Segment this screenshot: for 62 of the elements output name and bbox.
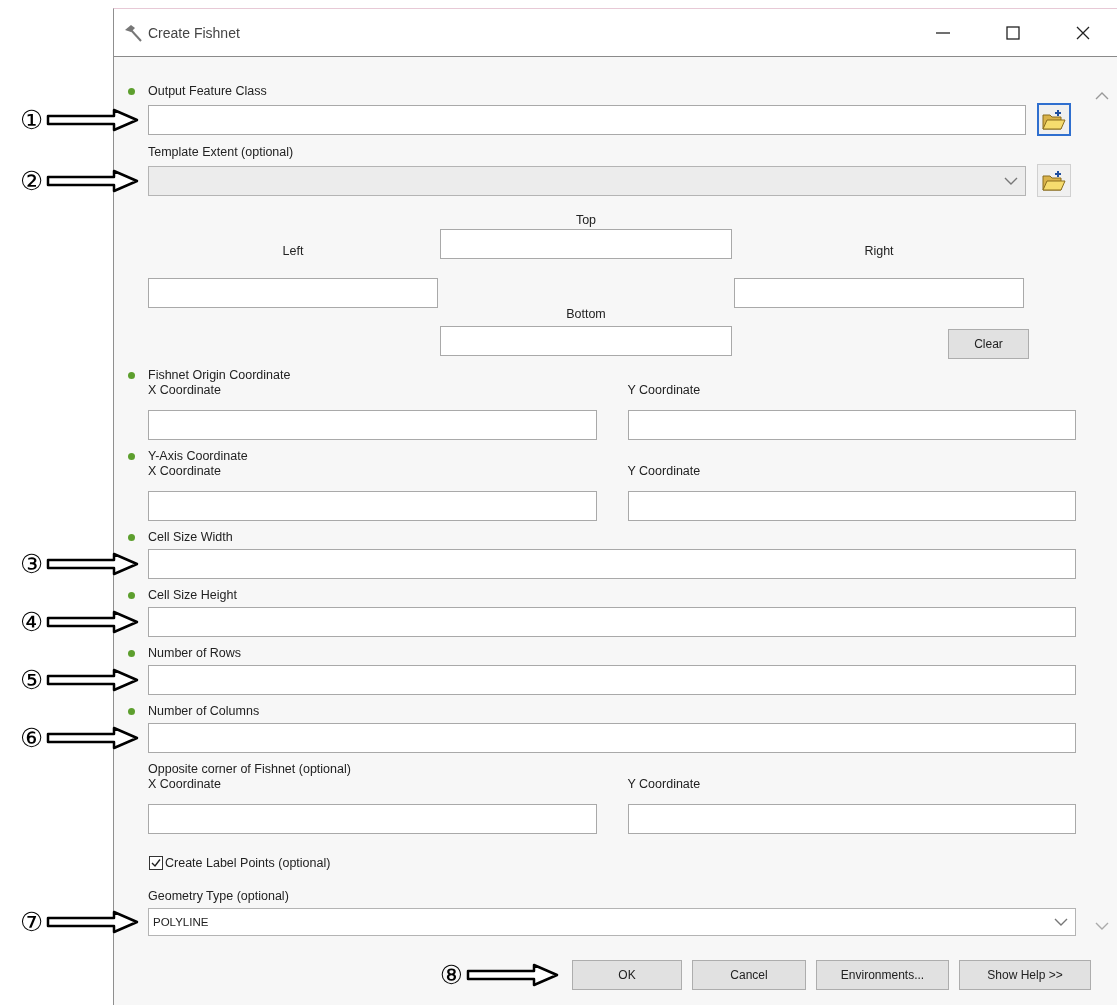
text-field[interactable] [148, 549, 1076, 579]
dropdown-field[interactable] [148, 165, 1026, 196]
callout-number: ② [20, 166, 44, 195]
chevron-down-icon [1053, 917, 1069, 927]
bottom-field[interactable] [440, 326, 732, 356]
window-title: Create Fishnet [148, 24, 241, 41]
y-coordinate-field[interactable] [627, 804, 1076, 834]
text-field[interactable] [148, 665, 1076, 695]
field-label: Y-Axis Coordinate [148, 449, 248, 463]
callout-number: ⑦ [20, 908, 44, 936]
extent-label: Left [281, 244, 305, 260]
callout-number: ④ [20, 608, 44, 636]
field-label: X Coordinate [148, 383, 222, 399]
field-label: Number of Rows [148, 646, 242, 660]
dropdown-field[interactable]: POLYLINE [148, 908, 1076, 936]
callout-number: ① [20, 105, 44, 134]
top-field[interactable] [440, 229, 732, 259]
left-field[interactable] [148, 278, 438, 308]
y-coordinate-field[interactable] [627, 410, 1076, 440]
callout-number: ⑧ [439, 961, 463, 989]
field-label: Number of Columns [148, 704, 260, 718]
field-label: Geometry Type (optional) [148, 889, 289, 903]
callout-number: ⑥ [20, 724, 44, 752]
field-label: Fishnet Origin Coordinate [148, 368, 291, 382]
field-label: X Coordinate [148, 777, 222, 793]
field-label: Opposite corner of Fishnet (optional) [148, 762, 351, 776]
field-label: Y Coordinate [627, 383, 702, 399]
y-coordinate-field[interactable] [627, 491, 1076, 521]
dialog-button[interactable]: Environments... [816, 960, 949, 990]
field-label: X Coordinate [148, 464, 222, 480]
field-label: Cell Size Height [148, 588, 237, 602]
field-label: Template Extent (optional) [148, 145, 294, 159]
close-icon[interactable] [1076, 25, 1090, 40]
checkbox-label: Create Label Points (optional) [165, 856, 331, 870]
field-label: Y Coordinate [627, 777, 702, 793]
browse-button[interactable] [1037, 103, 1071, 136]
text-field[interactable] [148, 104, 1026, 135]
chevron-up-icon [1094, 91, 1110, 101]
field-label: Cell Size Width [148, 530, 233, 544]
x-coordinate-field[interactable] [148, 804, 597, 834]
maximize-icon[interactable] [1006, 25, 1020, 40]
dialog-button[interactable]: Show Help >> [959, 960, 1091, 990]
checkbox[interactable] [149, 856, 163, 870]
chevron-down-icon [1003, 175, 1019, 186]
dialog-button[interactable]: OK [572, 960, 682, 990]
x-coordinate-field[interactable] [148, 410, 597, 440]
text-field[interactable] [148, 607, 1076, 637]
field-label: Output Feature Class [148, 84, 267, 98]
folder-icon [1041, 169, 1067, 192]
extent-label: Bottom [565, 307, 607, 323]
right-field[interactable] [734, 278, 1024, 308]
field-label: Y Coordinate [627, 464, 702, 480]
callout-number: ③ [20, 550, 44, 578]
text-field[interactable] [148, 723, 1076, 753]
folder-icon [1041, 108, 1067, 131]
clear-button[interactable]: Clear [948, 329, 1029, 359]
dialog-button[interactable]: Cancel [692, 960, 806, 990]
extent-label: Top [574, 213, 598, 229]
chevron-down-icon [1094, 921, 1110, 931]
extent-label: Right [863, 244, 895, 260]
callout-number: ⑤ [20, 666, 44, 694]
x-coordinate-field[interactable] [148, 491, 597, 521]
